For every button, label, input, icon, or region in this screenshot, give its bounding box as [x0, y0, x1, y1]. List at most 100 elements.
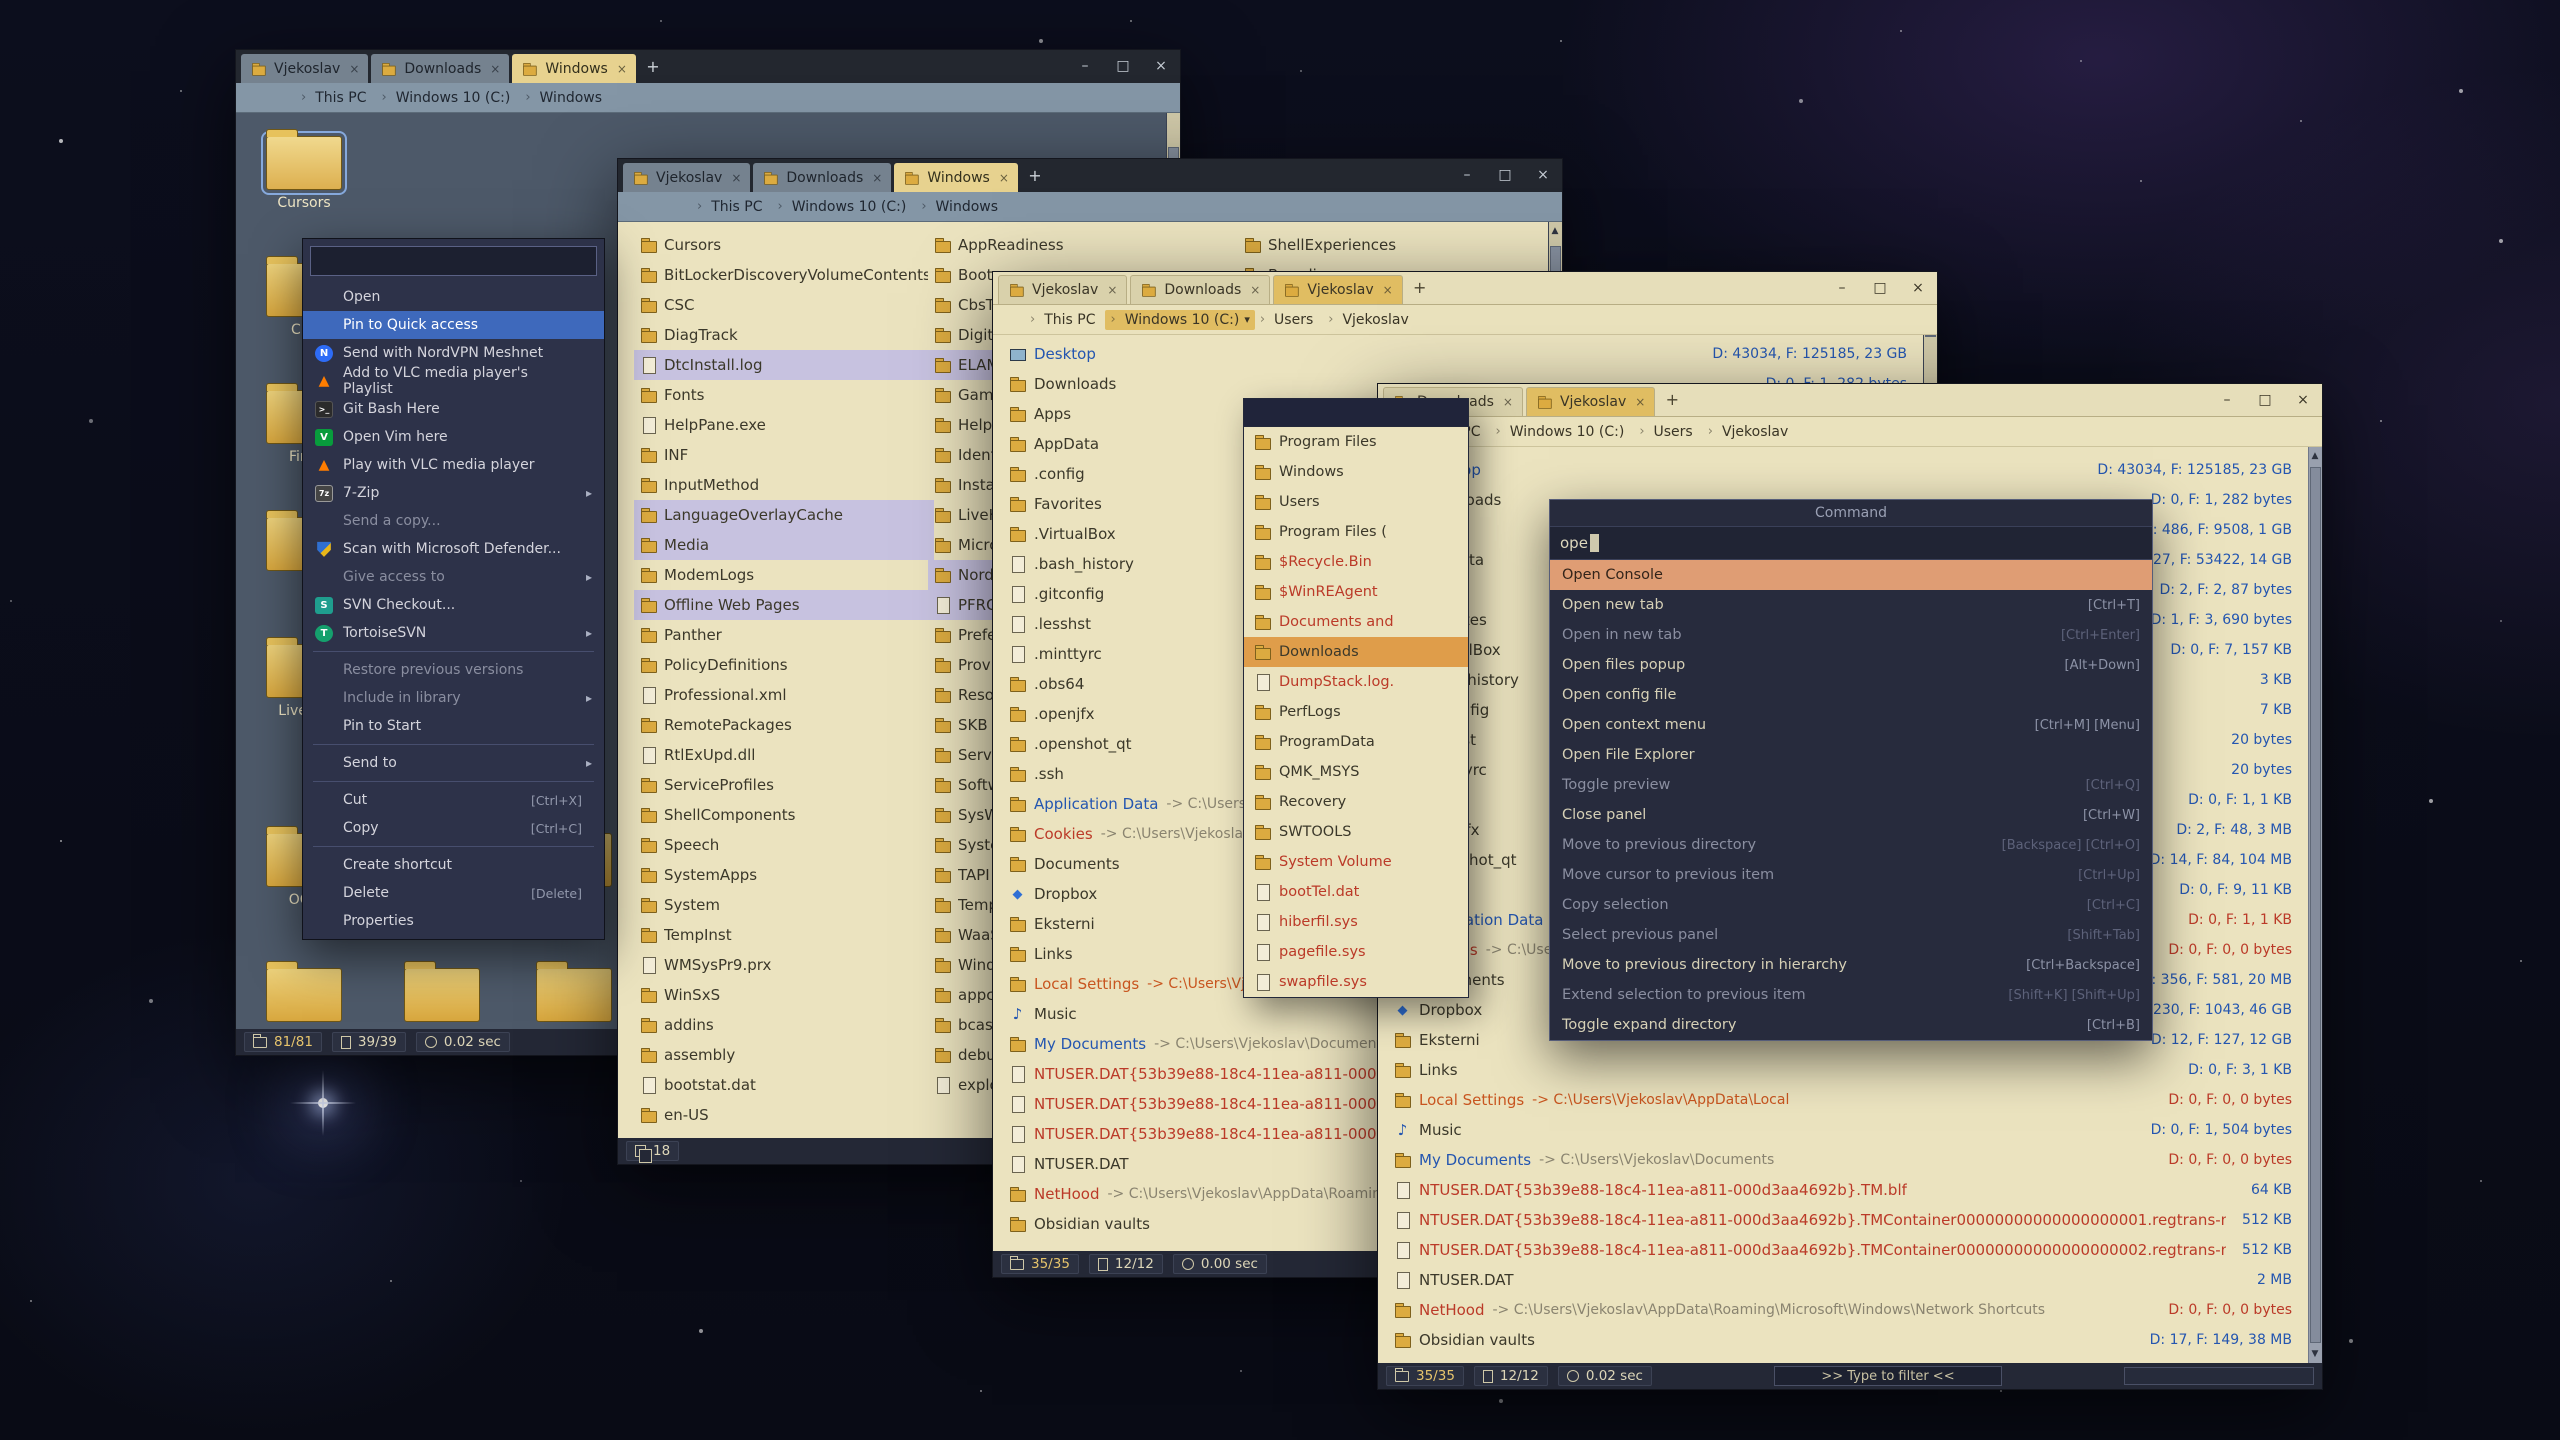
- file-row[interactable]: en-US: [634, 1100, 934, 1130]
- palette-item[interactable]: Open context menu [Ctrl+M] [Menu]: [1550, 710, 2152, 740]
- file-row[interactable]: CSC: [634, 290, 934, 320]
- tab-close-icon[interactable]: ×: [1107, 283, 1117, 297]
- context-menu-item[interactable]: TortoiseSVN ▸: [303, 619, 604, 647]
- breadcrumb-item[interactable]: › This PC: [296, 88, 376, 108]
- context-menu-item[interactable]: [303, 740, 604, 749]
- context-menu-item[interactable]: Send a copy...: [303, 507, 604, 535]
- palette-item[interactable]: Move cursor to previous item [Ctrl+Up]: [1550, 860, 2152, 890]
- dropdown-item[interactable]: bootTel.dat: [1244, 877, 1468, 907]
- tab[interactable]: Vjekoslav ×: [998, 275, 1127, 304]
- breadcrumb-item[interactable]: › This PC: [692, 197, 772, 217]
- context-menu-item[interactable]: SVN Checkout...: [303, 591, 604, 619]
- context-menu-item[interactable]: Send to ▸: [303, 749, 604, 777]
- dropdown-item[interactable]: Users: [1244, 487, 1468, 517]
- scrollbar[interactable]: ▲ ▼: [2308, 447, 2322, 1363]
- context-menu-item[interactable]: Play with VLC media player: [303, 451, 604, 479]
- maximize-button[interactable]: □: [2246, 384, 2284, 417]
- maximize-button[interactable]: □: [1104, 50, 1142, 83]
- palette-item[interactable]: Open in new tab [Ctrl+Enter]: [1550, 620, 2152, 650]
- context-menu-item[interactable]: Git Bash Here: [303, 395, 604, 423]
- context-menu-item[interactable]: Properties: [303, 907, 604, 935]
- tab-close-icon[interactable]: ×: [1383, 283, 1393, 297]
- file-row[interactable]: TempInst: [634, 920, 934, 950]
- dropdown-item[interactable]: $WinREAgent: [1244, 577, 1468, 607]
- breadcrumb-item[interactable]: › Windows: [520, 88, 612, 108]
- file-row[interactable]: Fonts: [634, 380, 934, 410]
- tab[interactable]: Vjekoslav ×: [241, 54, 368, 83]
- file-row[interactable]: Panther: [634, 620, 934, 650]
- context-menu-item[interactable]: [303, 777, 604, 786]
- tab-close-icon[interactable]: ×: [872, 171, 882, 185]
- context-menu-item[interactable]: Scan with Microsoft Defender...: [303, 535, 604, 563]
- nav-button[interactable]: [260, 89, 274, 107]
- file-row[interactable]: Links D: 0, F: 3, 1 KB: [1384, 1055, 2304, 1085]
- file-row[interactable]: System: [634, 890, 934, 920]
- dropdown-item[interactable]: SWTOOLS: [1244, 817, 1468, 847]
- nav-button[interactable]: [670, 198, 684, 216]
- file-row[interactable]: NTUSER.DAT{53b39e88-18c4-11ea-a811-000d3…: [1384, 1235, 2304, 1265]
- context-menu-item[interactable]: Pin to Start: [303, 712, 604, 740]
- file-row[interactable]: Music D: 0, F: 1, 504 bytes: [1384, 1115, 2304, 1145]
- context-menu-item[interactable]: Restore previous versions: [303, 656, 604, 684]
- new-tab-button[interactable]: +: [1660, 388, 1684, 412]
- file-row[interactable]: WMSysPr9.prx: [634, 950, 934, 980]
- palette-item[interactable]: Toggle expand directory [Ctrl+B]: [1550, 1010, 2152, 1040]
- file-row[interactable]: Desktop D: 43034, F: 125185, 23 GB: [999, 339, 1919, 369]
- file-row[interactable]: AppReadiness: [928, 230, 1228, 260]
- context-menu-item[interactable]: Open Vim here: [303, 423, 604, 451]
- file-row[interactable]: RtlExUpd.dll: [634, 740, 934, 770]
- tab-close-icon[interactable]: ×: [490, 62, 500, 76]
- file-row[interactable]: WinSxS: [634, 980, 934, 1010]
- dropdown-item[interactable]: Recovery: [1244, 787, 1468, 817]
- context-menu-item[interactable]: Pin to Quick access: [303, 311, 604, 339]
- dropdown-item[interactable]: QMK_MSYS: [1244, 757, 1468, 787]
- file-row[interactable]: Local Settings -> C:\Users\Vjekoslav\App…: [1384, 1085, 2304, 1115]
- scroll-up-icon[interactable]: ▲: [2308, 448, 2322, 464]
- dropdown-item[interactable]: Downloads: [1244, 637, 1468, 667]
- nav-button[interactable]: [656, 198, 670, 216]
- nav-button[interactable]: [246, 89, 260, 107]
- context-menu-item[interactable]: Send with NordVPN Meshnet: [303, 339, 604, 367]
- palette-item[interactable]: Open new tab [Ctrl+T]: [1550, 590, 2152, 620]
- tab[interactable]: Windows ×: [894, 163, 1018, 192]
- palette-item[interactable]: Close panel [Ctrl+W]: [1550, 800, 2152, 830]
- nav-button[interactable]: [1003, 311, 1017, 329]
- palette-item[interactable]: Open files popup [Alt+Down]: [1550, 650, 2152, 680]
- file-row[interactable]: Obsidian vaults D: 17, F: 149, 38 MB: [1384, 1325, 2304, 1355]
- file-row[interactable]: ShellComponents: [634, 800, 934, 830]
- file-row[interactable]: INF: [634, 440, 934, 470]
- scrollbar-thumb[interactable]: [1925, 335, 1936, 337]
- context-menu-item[interactable]: [303, 647, 604, 656]
- breadcrumb-item[interactable]: › Windows 10 (C:): [1490, 422, 1634, 442]
- breadcrumb-item[interactable]: › Windows 10 (C:): [376, 88, 520, 108]
- maximize-button[interactable]: □: [1486, 159, 1524, 192]
- file-row[interactable]: bootstat.dat: [634, 1070, 934, 1100]
- file-row[interactable]: LanguageOverlayCache: [634, 500, 934, 530]
- tab-close-icon[interactable]: ×: [1250, 283, 1260, 297]
- dropdown-item[interactable]: DumpStack.log.: [1244, 667, 1468, 697]
- grid-item[interactable]: Cursors: [238, 136, 370, 212]
- breadcrumb-item[interactable]: › Vjekoslav: [1323, 310, 1419, 330]
- tab[interactable]: Vjekoslav ×: [1273, 275, 1402, 304]
- inline-rename-input[interactable]: [310, 246, 597, 276]
- file-row[interactable]: Media: [634, 530, 934, 560]
- palette-item[interactable]: Open File Explorer: [1550, 740, 2152, 770]
- file-row[interactable]: NTUSER.DAT 2 MB: [1384, 1265, 2304, 1295]
- file-row[interactable]: SystemApps: [634, 860, 934, 890]
- nav-button[interactable]: [642, 198, 656, 216]
- nav-button[interactable]: [628, 198, 642, 216]
- context-menu-item[interactable]: Give access to ▸: [303, 563, 604, 591]
- dropdown-item[interactable]: pagefile.sys: [1244, 937, 1468, 967]
- file-row[interactable]: ServiceProfiles: [634, 770, 934, 800]
- palette-search-input[interactable]: ope: [1550, 527, 2152, 560]
- palette-item[interactable]: Copy selection [Ctrl+C]: [1550, 890, 2152, 920]
- file-row[interactable]: NTUSER.DAT{53b39e88-18c4-11ea-a811-000d3…: [1384, 1205, 2304, 1235]
- file-row[interactable]: addins: [634, 1010, 934, 1040]
- dropdown-item[interactable]: Documents and: [1244, 607, 1468, 637]
- close-button[interactable]: ×: [1899, 272, 1937, 305]
- file-row[interactable]: ShellExperiences: [1238, 230, 1538, 260]
- dropdown-item[interactable]: Program Files (: [1244, 517, 1468, 547]
- context-menu-item[interactable]: Create shortcut: [303, 851, 604, 879]
- tab[interactable]: Downloads ×: [371, 54, 509, 83]
- grid-item[interactable]: [238, 968, 370, 1029]
